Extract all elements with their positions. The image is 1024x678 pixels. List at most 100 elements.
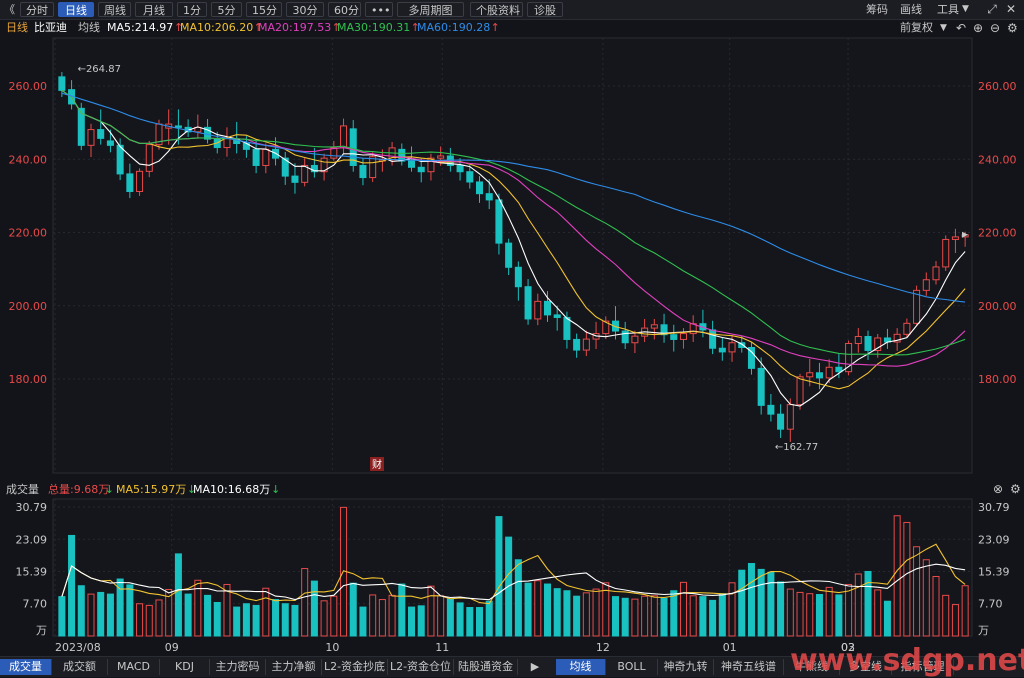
volume-bar[interactable]: [738, 569, 746, 637]
volume-bar[interactable]: [388, 594, 396, 637]
volume-bar[interactable]: [845, 583, 853, 637]
candle-body[interactable]: [621, 330, 629, 344]
volume-bar[interactable]: [815, 594, 823, 637]
indicator-tab-right-2[interactable]: 神奇九转: [658, 659, 714, 675]
volume-bar[interactable]: [485, 600, 493, 637]
candle-body[interactable]: [786, 404, 794, 430]
candle-body[interactable]: [252, 148, 260, 166]
volume-bar[interactable]: [252, 604, 260, 637]
indicator-tab-left-0[interactable]: 成交量: [0, 659, 52, 675]
volume-bar[interactable]: [262, 587, 270, 637]
volume-bar[interactable]: [786, 588, 794, 637]
volume-bar[interactable]: [660, 597, 668, 637]
candle-body[interactable]: [951, 236, 959, 240]
indicator-tab-left-1[interactable]: 成交额: [52, 659, 108, 675]
volume-bar[interactable]: [796, 591, 804, 637]
candle-body[interactable]: [291, 175, 299, 183]
indicator-tab-right-1[interactable]: BOLL: [606, 659, 658, 675]
indicator-tab-left-3[interactable]: KDJ: [160, 659, 210, 675]
candle-body[interactable]: [495, 199, 503, 244]
candle-body[interactable]: [145, 144, 153, 172]
volume-bar[interactable]: [145, 604, 153, 637]
candle-body[interactable]: [437, 155, 445, 159]
candle-body[interactable]: [301, 164, 309, 183]
volume-bar[interactable]: [573, 595, 581, 637]
candle-body[interactable]: [631, 335, 639, 344]
volume-bar[interactable]: [213, 601, 221, 637]
volume-bar[interactable]: [553, 588, 561, 637]
volume-bar[interactable]: [650, 595, 658, 637]
volume-bar[interactable]: [835, 594, 843, 637]
volume-bar[interactable]: [611, 596, 619, 637]
candle-body[interactable]: [505, 242, 513, 268]
volume-bar[interactable]: [942, 594, 950, 637]
volume-bar[interactable]: [272, 599, 280, 637]
volume-bar[interactable]: [922, 559, 930, 637]
candle-body[interactable]: [709, 329, 717, 349]
volume-bar[interactable]: [757, 568, 765, 637]
volume-bar[interactable]: [204, 594, 212, 637]
candle-body[interactable]: [466, 171, 474, 183]
volume-bar[interactable]: [349, 582, 357, 637]
volume-bar[interactable]: [777, 581, 785, 637]
candle-body[interactable]: [369, 156, 377, 179]
candle-body[interactable]: [126, 173, 134, 192]
volume-bar[interactable]: [864, 570, 872, 637]
candle-body[interactable]: [514, 266, 522, 288]
volume-bar[interactable]: [136, 603, 144, 637]
volume-bar[interactable]: [621, 597, 629, 637]
volume-bar[interactable]: [932, 576, 940, 637]
indicator-tab-left-5[interactable]: 主力净额: [266, 659, 322, 675]
volume-bar[interactable]: [903, 521, 911, 637]
volume-bar[interactable]: [58, 596, 66, 637]
volume-bar[interactable]: [670, 590, 678, 637]
volume-bar[interactable]: [87, 593, 95, 637]
candle-body[interactable]: [679, 333, 687, 340]
volume-close-icon[interactable]: ⊗: [993, 482, 1003, 496]
volume-bar[interactable]: [495, 516, 503, 637]
volume-bar[interactable]: [97, 591, 105, 637]
candle-body[interactable]: [58, 76, 66, 91]
volume-bar[interactable]: [68, 534, 76, 637]
volume-bar[interactable]: [874, 589, 882, 637]
volume-bar[interactable]: [378, 599, 386, 637]
volume-bar[interactable]: [582, 592, 590, 637]
volume-bar[interactable]: [320, 600, 328, 637]
indicator-tab-left-6[interactable]: L2-资金抄底: [322, 659, 388, 675]
volume-bar[interactable]: [456, 602, 464, 637]
volume-bar[interactable]: [592, 588, 600, 637]
volume-bar[interactable]: [359, 606, 367, 637]
candle-body[interactable]: [524, 286, 532, 320]
candle-body[interactable]: [475, 181, 484, 195]
volume-bar[interactable]: [466, 607, 474, 637]
candle-body[interactable]: [806, 372, 814, 378]
candle-body[interactable]: [106, 140, 114, 146]
indicator-tab-left-8[interactable]: 陆股通资金: [454, 659, 518, 675]
candle-body[interactable]: [116, 144, 124, 175]
candle-body[interactable]: [903, 322, 911, 335]
volume-bar[interactable]: [641, 595, 649, 637]
candle-body[interactable]: [728, 342, 736, 353]
indicator-tab-left-4[interactable]: 主力密码: [210, 659, 266, 675]
candle-body[interactable]: [670, 334, 678, 340]
volume-bar[interactable]: [961, 585, 969, 637]
volume-bar[interactable]: [427, 585, 435, 637]
volume-bar[interactable]: [446, 598, 454, 637]
candle-body[interactable]: [563, 316, 571, 340]
candle-body[interactable]: [456, 164, 464, 173]
volume-bar[interactable]: [747, 563, 755, 637]
indicator-tab-left-7[interactable]: L2-资金仓位: [388, 659, 454, 675]
candle-body[interactable]: [359, 164, 367, 179]
volume-bar[interactable]: [631, 598, 639, 637]
candle-body[interactable]: [825, 366, 833, 379]
candle-body[interactable]: [534, 300, 542, 320]
candle-body[interactable]: [835, 366, 843, 373]
candle-body[interactable]: [922, 279, 930, 291]
volume-bar[interactable]: [534, 580, 542, 637]
volume-bar[interactable]: [883, 600, 891, 637]
volume-bar[interactable]: [310, 580, 318, 637]
candle-body[interactable]: [136, 170, 144, 192]
volume-bar[interactable]: [330, 595, 338, 637]
tab-scroll-arrow-icon[interactable]: ▶: [520, 659, 550, 675]
volume-bar[interactable]: [301, 568, 309, 637]
